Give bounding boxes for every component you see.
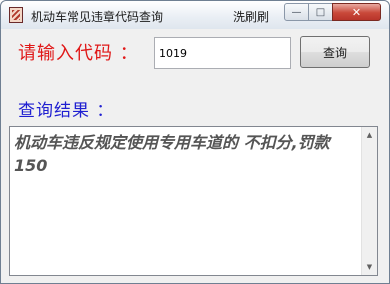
code-input-label: 请输入代码 ： bbox=[18, 43, 139, 64]
title-extra-text: 洗刷刷 bbox=[233, 10, 270, 24]
close-button[interactable]: ✕ bbox=[332, 3, 381, 21]
minimize-button[interactable]: — bbox=[284, 3, 309, 21]
result-text: 机动车违反规定使用专用车道的 不扣分,罚款150 bbox=[14, 133, 330, 175]
vertical-scrollbar[interactable]: ▲ ▼ bbox=[361, 127, 377, 275]
main-window: 机动车常见违章代码查询 洗刷刷 — □ ✕ 请输入代码 ： 查询 查询结果 ： … bbox=[0, 0, 390, 284]
scroll-down-icon[interactable]: ▼ bbox=[362, 259, 377, 275]
maximize-button[interactable]: □ bbox=[308, 3, 333, 21]
title-bar[interactable]: 机动车常见违章代码查询 洗刷刷 — □ ✕ bbox=[1, 1, 389, 29]
window-title: 机动车常见违章代码查询 bbox=[31, 10, 164, 24]
result-label: 查询结果 ： bbox=[18, 101, 115, 121]
result-textarea[interactable]: 机动车违反规定使用专用车道的 不扣分,罚款150 ▲ ▼ bbox=[9, 126, 378, 276]
app-icon bbox=[9, 7, 23, 23]
query-button[interactable]: 查询 bbox=[300, 36, 370, 68]
scroll-up-icon[interactable]: ▲ bbox=[362, 127, 377, 143]
code-input[interactable] bbox=[154, 37, 291, 69]
